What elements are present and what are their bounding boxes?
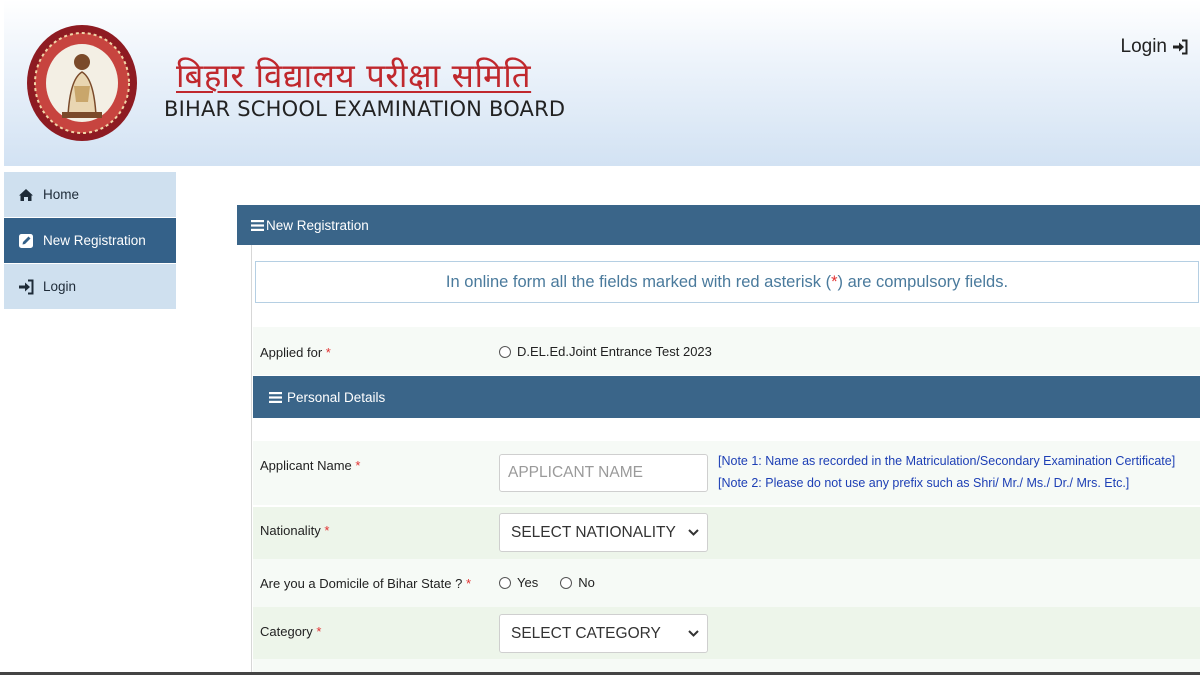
domicile-yes-radio[interactable] [499,576,511,589]
site-header: बिहार विद्यालय परीक्षा समिति BIHAR SCHOO… [4,0,1200,166]
domicile-no-label[interactable]: No [578,575,595,590]
domicile-yes-label[interactable]: Yes [517,575,538,590]
menu-bars-icon [269,391,282,403]
applied-for-options: D.EL.Ed.Joint Entrance Test 2023 [499,344,712,359]
nationality-select[interactable]: SELECT NATIONALITY [499,513,708,552]
required-mark: * [316,624,322,639]
domicile-label: Are you a Domicile of Bihar State ? * [260,576,472,591]
sidebar-item-login[interactable]: Login [4,264,176,309]
name-note-2: [Note 2: Please do not use any prefix su… [718,476,1130,490]
category-label: Category * [260,624,322,639]
category-select[interactable]: SELECT CATEGORY [499,614,708,653]
category-row: Category * SELECT CATEGORY [253,607,1200,659]
applicant-name-label: Applicant Name * [260,458,361,473]
domicile-options: Yes No [499,575,595,590]
sidebar-item-new-registration[interactable]: New Registration [4,218,176,263]
notice-text-before: In online form all the fields marked wit… [445,272,832,291]
deled-jet-option-label[interactable]: D.EL.Ed.Joint Entrance Test 2023 [517,344,712,359]
category-selected-value: SELECT CATEGORY [511,624,661,642]
chevron-down-icon [688,529,699,536]
nationality-label: Nationality * [260,523,330,538]
sidebar-item-label: Home [43,187,80,202]
new-registration-panel-header: New Registration [237,205,1200,245]
domicile-row: Are you a Domicile of Bihar State ? * Ye… [253,559,1200,607]
compulsory-fields-notice: In online form all the fields marked wit… [255,261,1199,303]
required-mark: * [355,458,361,473]
board-title-hindi: बिहार विद्यालय परीक्षा समिति [176,56,532,95]
notice-text-after: ) are compulsory fields. [837,272,1009,291]
applicant-name-row: Applicant Name * [Note 1: Name as record… [253,441,1200,505]
header-login-label: Login [1120,36,1168,57]
edit-icon [19,233,33,248]
sidebar-item-label: Login [43,279,77,294]
required-mark: * [324,523,330,538]
domicile-no-radio[interactable] [560,576,573,589]
deled-jet-radio[interactable] [499,345,511,358]
board-title-english: BIHAR SCHOOL EXAMINATION BOARD [164,97,566,121]
personal-details-header: Personal Details [253,376,1200,418]
chevron-down-icon [688,630,699,637]
applied-for-row: Applied for * D.EL.Ed.Joint Entrance Tes… [253,327,1200,375]
bseb-logo-icon [27,25,137,141]
panel-title: New Registration [266,217,369,233]
nationality-row: Nationality * SELECT NATIONALITY [253,507,1200,559]
sidebar-nav: Home New Registration Login [4,172,176,310]
registration-form: In online form all the fields marked wit… [251,245,1200,675]
nationality-selected-value: SELECT NATIONALITY [511,523,676,541]
applicant-name-input[interactable] [499,454,708,492]
menu-bars-icon [251,219,264,231]
sign-in-icon [1173,39,1188,55]
section-title: Personal Details [287,389,386,405]
sign-in-icon [19,279,34,294]
name-note-1: [Note 1: Name as recorded in the Matricu… [718,454,1176,468]
applied-for-label: Applied for * [260,345,331,360]
sidebar-item-label: New Registration [43,233,146,248]
sidebar-item-home[interactable]: Home [4,172,176,217]
required-mark: * [325,345,331,360]
home-icon [19,188,33,201]
header-login-link[interactable]: Login [1121,36,1189,58]
required-mark: * [465,576,472,591]
